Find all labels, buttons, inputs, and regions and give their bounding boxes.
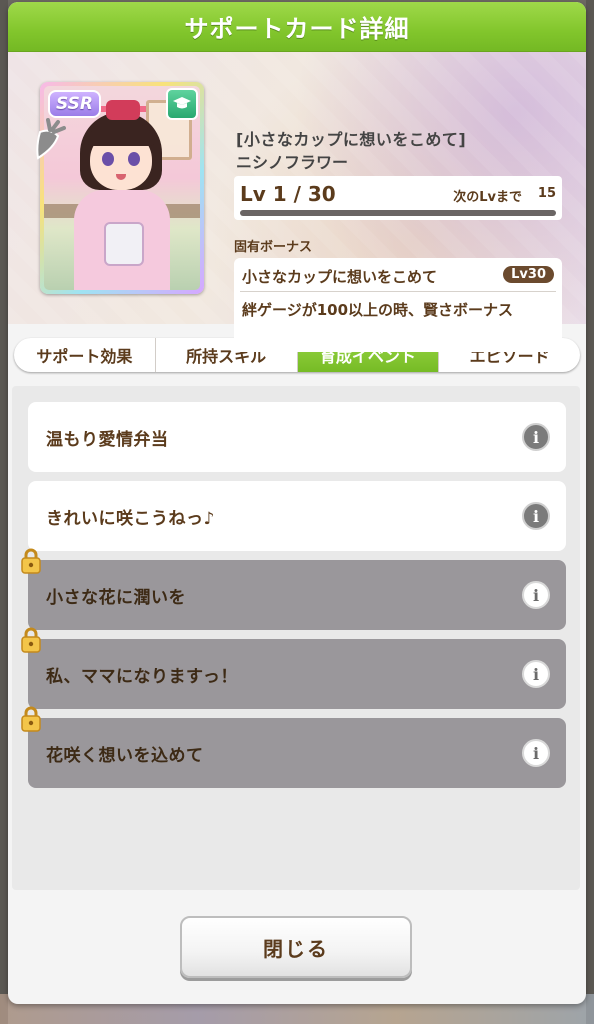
info-icon[interactable]: i	[522, 660, 550, 688]
event-item-locked[interactable]: 小さな花に潤いを i	[21, 548, 566, 630]
carrot-icon	[36, 118, 66, 160]
info-icon[interactable]: i	[522, 423, 550, 451]
card-title: [小さなカップに想いをこめて]	[236, 130, 467, 149]
art-gift-bag	[104, 222, 144, 266]
art-ribbon	[106, 100, 140, 120]
event-label: 花咲く想いを込めて	[46, 745, 204, 766]
info-icon[interactable]: i	[522, 502, 550, 530]
event-label: 小さな花に潤いを	[46, 587, 186, 608]
support-card-detail-dialog: サポートカード詳細 SSR [小さなカップに想いをこめて] ニシノフラワー Lv…	[8, 2, 586, 1004]
next-level-value: 15	[537, 186, 556, 201]
graduation-cap-svg	[173, 97, 191, 109]
art-bangs	[88, 124, 154, 146]
unique-bonus-level-badge: Lv30	[503, 266, 554, 283]
bonus-divider	[240, 291, 556, 292]
background-right	[586, 0, 594, 1024]
dialog-title: サポートカード詳細	[184, 15, 410, 43]
card-character-name: ニシノフラワー	[236, 153, 349, 172]
level-progress-bar	[240, 210, 556, 216]
info-icon[interactable]: i	[522, 739, 550, 767]
info-icon[interactable]: i	[522, 581, 550, 609]
rarity-badge: SSR	[48, 90, 101, 118]
event-item[interactable]: 温もり愛情弁当 i	[28, 402, 566, 472]
close-button[interactable]: 閉じる	[180, 916, 412, 978]
tab-support-effect[interactable]: サポート効果	[14, 338, 156, 372]
art-eye-right	[128, 152, 140, 166]
lock-icon	[21, 627, 41, 653]
level-text: Lv 1 / 30	[240, 182, 336, 206]
event-label: 私、ママになりますっ！	[46, 666, 238, 687]
event-label: 温もり愛情弁当	[46, 429, 169, 450]
unique-bonus-heading: 固有ボーナス	[234, 240, 313, 255]
dialog-title-bar: サポートカード詳細	[8, 2, 586, 52]
event-item[interactable]: きれいに咲こうねっ♪ i	[28, 481, 566, 551]
event-item-locked[interactable]: 私、ママになりますっ！ i	[21, 627, 566, 709]
event-item-locked[interactable]: 花咲く想いを込めて i	[21, 706, 566, 788]
support-card-image[interactable]: SSR	[40, 82, 204, 294]
unique-bonus-box: 小さなカップに想いをこめて Lv30 絆ゲージが100以上の時、賢さボーナス	[234, 258, 562, 352]
event-label: きれいに咲こうねっ♪	[46, 508, 215, 529]
art-eye-left	[102, 152, 114, 166]
graduation-cap-icon	[166, 88, 198, 120]
card-hero-section: SSR [小さなカップに想いをこめて] ニシノフラワー Lv 1 / 30 次の…	[8, 52, 586, 352]
unique-bonus-description: 絆ゲージが100以上の時、賢さボーナス	[242, 301, 514, 319]
training-events-panel: 温もり愛情弁当 i きれいに咲こうねっ♪ i 小さな花に潤いを i 私、ママにな…	[12, 386, 580, 890]
next-level-label: 次のLvまで	[453, 190, 522, 205]
level-box: Lv 1 / 30 次のLvまで 15	[234, 176, 562, 220]
background-left	[0, 0, 8, 1024]
lock-icon	[21, 548, 41, 574]
unique-bonus-name: 小さなカップに想いをこめて	[242, 268, 438, 286]
lock-icon	[21, 706, 41, 732]
